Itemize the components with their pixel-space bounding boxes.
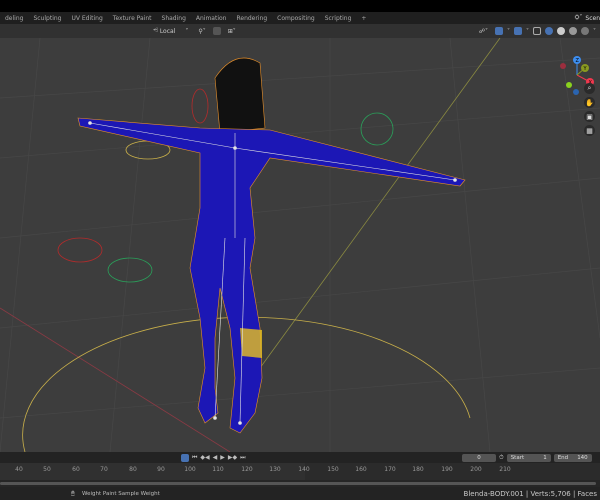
timeline-controls: ⏮ ◆◀ ◀ ▶ ▶◆ ⏭ 0 ⏱ Start 1 End 140	[0, 452, 600, 463]
3d-viewport[interactable]: Z Y X ⌕ ✋ ▣ ▦	[0, 38, 600, 452]
jump-end-icon[interactable]: ⏭	[240, 454, 245, 462]
frame-tick: 50	[43, 466, 51, 473]
top-bar	[0, 0, 600, 12]
xray-toggle-icon[interactable]	[533, 27, 541, 35]
frame-tick: 90	[157, 466, 165, 473]
chevron-down-icon: ˅	[507, 27, 510, 35]
frame-tick: 80	[129, 466, 137, 473]
pivot-point-dropdown[interactable]: ⚲˅	[195, 26, 208, 36]
y-axis-line	[259, 38, 501, 369]
workspace-tabs: deling Sculpting UV Editing Texture Pain…	[0, 12, 600, 24]
viewport-scene: Z Y X	[0, 38, 600, 452]
frame-tick: 200	[470, 466, 482, 473]
frame-tick: 190	[441, 466, 453, 473]
auto-keying-toggle[interactable]	[181, 453, 189, 462]
play-icon[interactable]: ▶	[220, 454, 225, 461]
visibility-dropdown[interactable]: ☍˅	[476, 26, 491, 36]
transform-orientation-dropdown[interactable]: ⩤ Local ˅	[150, 26, 191, 36]
frame-tick: 130	[269, 466, 281, 473]
control-ellipse	[57, 237, 103, 263]
material-shading-icon[interactable]	[569, 27, 577, 35]
frame-tick: 120	[241, 466, 253, 473]
frame-tick: 140	[298, 466, 310, 473]
tab-rendering[interactable]: Rendering	[231, 15, 272, 22]
zoom-view-icon[interactable]: ⌕	[584, 83, 595, 94]
gizmo-toggle-icon[interactable]	[495, 27, 503, 35]
frame-tick: 170	[384, 466, 396, 473]
chevron-down-icon: ˅	[526, 27, 529, 35]
gizmo-z-label: Z	[576, 58, 580, 64]
timeline-scrollbar[interactable]	[0, 480, 600, 487]
jump-keyframe-forward-icon[interactable]: ▶◆	[228, 454, 237, 461]
jump-keyframe-back-icon[interactable]: ◆◀	[200, 454, 209, 461]
frame-tick: 210	[499, 466, 511, 473]
wireframe-shading-icon[interactable]	[545, 27, 553, 35]
tab-sculpting[interactable]: Sculpting	[28, 15, 66, 22]
viewport-header: ⩤ Local ˅ ⚲˅ ⊞˅ ☍˅ ˅ ˅ ˅	[0, 24, 600, 38]
chevron-down-icon: ˅	[185, 27, 189, 35]
tab-modeling[interactable]: deling	[0, 15, 28, 22]
rendered-shading-icon[interactable]	[581, 27, 589, 35]
status-hint: Weight Paint Sample Weight	[82, 490, 160, 497]
frame-tick: 70	[100, 466, 108, 473]
end-frame-field[interactable]: End 140	[553, 453, 592, 462]
perspective-toggle-icon[interactable]: ▦	[584, 125, 595, 136]
frame-tick: 180	[412, 466, 424, 473]
snap-icon[interactable]	[212, 27, 221, 35]
frame-tick: 110	[212, 466, 224, 473]
proportional-editing-dropdown[interactable]: ⊞˅	[225, 26, 239, 36]
frame-tick: 40	[15, 466, 23, 473]
tab-scripting[interactable]: Scripting	[320, 15, 357, 22]
tab-animation[interactable]: Animation	[191, 15, 232, 22]
start-frame-field[interactable]: Start 1	[506, 453, 551, 462]
tab-texture-paint[interactable]: Texture Paint	[108, 15, 157, 22]
frame-tick: 100	[184, 466, 196, 473]
scene-icon[interactable]: ⛭˅	[575, 14, 583, 22]
overlay-toggle-icon[interactable]	[514, 27, 522, 35]
control-circle	[360, 112, 394, 146]
x-axis-line	[0, 307, 231, 452]
tab-shading[interactable]: Shading	[157, 15, 191, 22]
tab-uv-editing[interactable]: UV Editing	[66, 15, 107, 22]
jump-start-icon[interactable]: ⏮	[192, 454, 197, 462]
control-ellipse	[191, 88, 209, 124]
tab-compositing[interactable]: Compositing	[272, 15, 320, 22]
character-mesh	[77, 57, 466, 434]
shading-options-chevron-icon[interactable]: ˅	[593, 28, 596, 35]
current-frame-field[interactable]: 0	[462, 453, 496, 462]
frame-tick: 150	[327, 466, 339, 473]
pan-view-icon[interactable]: ✋	[584, 97, 595, 108]
frame-tick: 160	[355, 466, 367, 473]
status-bar: 🖱 Weight Paint Sample Weight Blenda-BODY…	[0, 487, 600, 500]
control-ellipse	[107, 257, 153, 283]
solid-shading-icon[interactable]	[557, 27, 565, 35]
camera-view-icon[interactable]: ▣	[584, 111, 595, 122]
stopwatch-icon[interactable]: ⏱	[499, 454, 504, 462]
add-workspace-button[interactable]: +	[356, 15, 371, 22]
mouse-icon: 🖱	[71, 489, 75, 497]
floor-grid	[0, 38, 600, 452]
scene-stats: Blenda-BODY.001 | Verts:5,706 | Faces	[463, 489, 597, 498]
play-reverse-icon[interactable]: ◀	[213, 454, 218, 461]
orientation-icon: ⩤	[153, 27, 158, 34]
frame-tick: 60	[72, 466, 80, 473]
timeline-ruler[interactable]: 40 50 60 70 80 90 100 110 120 130 140 15…	[0, 463, 600, 480]
weight-hotspot	[240, 328, 262, 358]
scene-selector[interactable]: Scen	[585, 15, 600, 22]
scrollbar-thumb[interactable]	[0, 482, 596, 485]
